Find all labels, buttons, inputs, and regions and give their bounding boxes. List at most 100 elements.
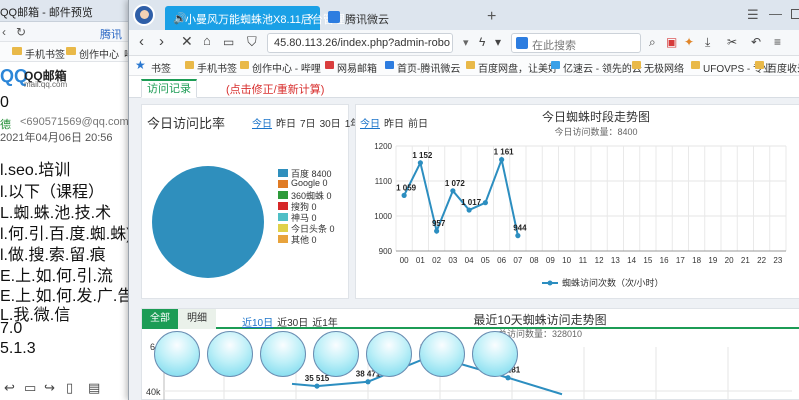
bookmark-item[interactable]: 书签 xyxy=(151,60,171,75)
range-link-today[interactable]: 今日 xyxy=(360,119,380,130)
tab-weiyun[interactable]: 腾讯微云 xyxy=(325,6,465,30)
lightning-icon[interactable]: ϟ xyxy=(479,35,485,49)
recalculate-link[interactable]: (点击修正/重新计算) xyxy=(226,81,324,97)
x-tick-label: 02 xyxy=(432,256,441,265)
shield-icon[interactable]: ⛉ xyxy=(247,34,257,50)
legend-label: 其他 0 xyxy=(291,235,317,245)
forward-icon[interactable]: ↪ xyxy=(44,380,55,396)
netease-icon xyxy=(325,61,334,69)
range-link-day-before[interactable]: 前日 xyxy=(408,119,428,130)
bookmark-item[interactable]: 首页-腾讯微云 xyxy=(397,60,460,75)
chevron-down-icon[interactable]: ▾ xyxy=(463,36,469,49)
maximize-icon[interactable] xyxy=(791,9,799,19)
data-point[interactable] xyxy=(401,192,407,198)
data-point[interactable] xyxy=(365,379,371,385)
email-nav-text[interactable]: 腾讯 xyxy=(100,26,122,42)
bookmark-item[interactable]: 创作中心 - 哔哩 xyxy=(252,60,321,75)
data-label: 1 072 xyxy=(445,179,466,188)
bookmark-item[interactable]: 百度收录查询 - 百 xyxy=(767,60,799,75)
address-toolbar: ‹ › ✕ ⌂ ▭ ⛉ 45.80.113.26/index.php?admin… xyxy=(129,30,799,56)
chart-title: 最近10天蜘蛛访问走势图 xyxy=(473,312,606,327)
more-icon[interactable]: ▤ xyxy=(88,380,100,396)
menu-icon[interactable]: ≡ xyxy=(774,35,781,49)
undo-icon[interactable]: ↶ xyxy=(751,35,761,49)
bookmark-item[interactable]: 百度网盘，让美好 xyxy=(478,60,558,75)
email-bookmark-1[interactable]: 创作中心 xyxy=(79,46,119,61)
search-input[interactable]: 在此搜索 xyxy=(511,33,641,53)
data-point[interactable] xyxy=(482,200,488,206)
email-bookmark-0[interactable]: 手机书签 xyxy=(25,46,65,61)
new-tab-icon[interactable]: + xyxy=(487,8,496,26)
window-icon[interactable]: ▭ xyxy=(24,380,36,396)
chart-legend[interactable]: 蜘蛛访问次数（次/小时） xyxy=(542,277,664,288)
data-point[interactable] xyxy=(450,188,456,194)
bookmark-item[interactable]: 手机书签 xyxy=(197,60,237,75)
range-link-1y[interactable]: 近1年 xyxy=(312,318,338,329)
data-point[interactable] xyxy=(466,207,472,213)
range-link-30d[interactable]: 30日 xyxy=(320,119,341,130)
email-tab-title[interactable]: QQ邮箱 - 邮件预览 xyxy=(0,4,93,20)
mail-body-line-0: 0 xyxy=(0,94,9,111)
range-link-today[interactable]: 今日 xyxy=(252,119,272,130)
bookmark-item[interactable]: 网易邮箱 xyxy=(337,60,377,75)
data-point[interactable] xyxy=(499,157,505,163)
x-tick-label: 20 xyxy=(725,256,734,265)
cut-icon[interactable]: ✂ xyxy=(727,35,737,49)
pie-slice-baidu[interactable] xyxy=(152,166,264,278)
data-point[interactable] xyxy=(515,233,521,239)
chevron-down-icon[interactable]: ▾ xyxy=(495,35,501,49)
loading-bubble xyxy=(419,331,465,377)
download-icon[interactable]: ⤓ xyxy=(705,35,710,50)
range-link-30d[interactable]: 近30日 xyxy=(277,318,308,329)
email-nav-bar: ‹ ↻ 腾讯 xyxy=(0,22,134,42)
back-icon[interactable]: ‹ xyxy=(2,25,6,39)
delete-icon[interactable]: ▯ xyxy=(66,380,73,396)
legend-label: 蜘蛛访问次数（次/小时） xyxy=(562,277,664,288)
cloud-icon xyxy=(385,61,394,69)
gamepad-icon[interactable]: ✦ xyxy=(684,35,694,49)
data-point[interactable] xyxy=(314,383,320,389)
folder-icon xyxy=(632,61,641,69)
legend-swatch xyxy=(278,202,288,210)
home-icon[interactable]: ⌂ xyxy=(203,33,211,48)
legend-swatch xyxy=(278,213,288,221)
x-tick-label: 23 xyxy=(773,256,782,265)
reply-icon[interactable]: ↩ xyxy=(4,380,15,396)
x-tick-label: 07 xyxy=(513,256,522,265)
refresh-icon[interactable]: ↻ xyxy=(16,25,26,39)
tab-admin-panel[interactable]: 🔊 小曼风万能蜘蛛池X8.11后台管理 × xyxy=(165,6,345,30)
tab-list-icon[interactable]: ☰ xyxy=(747,7,759,23)
visit-ratio-panel: 今日访问比率 今日 昨日 7日 30日 1年 百度 8400 Google 0 360蜘… xyxy=(141,104,360,299)
close-tab-icon[interactable]: × xyxy=(307,10,314,24)
chart-title: 今日蜘蛛时段走势图 xyxy=(542,109,650,124)
range-link-10d[interactable]: 近10日 xyxy=(242,318,273,329)
extension-red-icon[interactable]: ▣ xyxy=(666,35,677,49)
x-tick-label: 21 xyxy=(741,256,750,265)
range-link-yesterday[interactable]: 昨日 xyxy=(384,119,404,130)
data-point[interactable] xyxy=(505,375,511,381)
forward-icon[interactable]: › xyxy=(159,33,164,50)
star-icon[interactable]: ★ xyxy=(135,58,146,72)
cloud-icon xyxy=(551,61,560,69)
back-icon[interactable]: ‹ xyxy=(139,33,144,50)
loading-bubble xyxy=(366,331,412,377)
data-point[interactable] xyxy=(417,160,423,166)
bookmark-item[interactable]: 无极网络 xyxy=(644,60,684,75)
stop-icon[interactable]: ✕ xyxy=(181,33,193,50)
user-avatar[interactable] xyxy=(133,4,155,26)
loading-bubble xyxy=(313,331,359,377)
tab-visit-records[interactable]: 访问记录 xyxy=(141,79,197,98)
search-engine-icon[interactable] xyxy=(516,37,528,49)
search-icon[interactable]: ⌕ xyxy=(649,35,656,50)
range-link-yesterday[interactable]: 昨日 xyxy=(276,119,296,130)
legend-marker xyxy=(547,280,553,286)
minimize-icon[interactable]: — xyxy=(769,6,782,21)
data-point[interactable] xyxy=(434,228,440,234)
page-icon[interactable]: ▭ xyxy=(223,35,234,49)
range-link-7d[interactable]: 7日 xyxy=(300,119,316,130)
search-placeholder: 在此搜索 xyxy=(532,40,576,52)
x-tick-label: 16 xyxy=(660,256,669,265)
url-input[interactable]: 45.80.113.26/index.php?admin-robo xyxy=(267,33,453,53)
bookmark-item[interactable]: 亿速云 - 领先的云 xyxy=(563,60,642,75)
legend-swatch xyxy=(278,224,288,232)
